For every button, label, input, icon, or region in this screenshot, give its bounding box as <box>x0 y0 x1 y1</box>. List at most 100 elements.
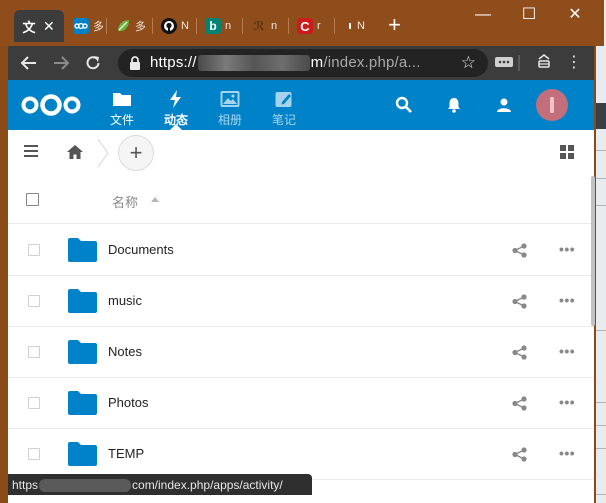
select-all-checkbox[interactable] <box>26 193 39 206</box>
tab-nextcloud[interactable]: 多 <box>66 10 103 42</box>
c-favicon-icon: C <box>297 18 313 34</box>
minimize-button[interactable]: — <box>460 4 506 26</box>
maximize-button[interactable]: ☐ <box>506 4 552 26</box>
address-bar[interactable]: https://m/index.php/a... ☆ <box>118 49 488 77</box>
lightning-icon <box>170 90 181 108</box>
bookmark-star-icon[interactable]: ☆ <box>461 53 476 73</box>
new-file-button[interactable]: + <box>118 135 154 171</box>
hamburger-menu-icon[interactable] <box>24 145 38 157</box>
tab-title: n <box>271 20 278 32</box>
tab-separator <box>152 18 153 34</box>
contacts-icon[interactable] <box>494 95 514 115</box>
more-actions-icon[interactable]: ••• <box>559 292 575 308</box>
nav-label: 文件 <box>109 113 134 127</box>
back-arrow-icon <box>20 56 36 70</box>
back-button[interactable] <box>18 52 40 74</box>
sort-ascending-icon[interactable] <box>151 197 159 202</box>
reload-button[interactable] <box>82 52 104 74</box>
notifications-bell-icon[interactable] <box>444 95 464 115</box>
tab-bing[interactable]: b n <box>198 10 235 42</box>
close-window-button[interactable]: ✕ <box>552 4 598 26</box>
nav-notes[interactable]: 笔记 <box>262 80 306 130</box>
tab-title: N <box>181 20 189 32</box>
close-tab-icon[interactable]: ✕ <box>43 18 55 35</box>
more-actions-icon[interactable]: ••• <box>559 445 575 461</box>
nav-label: 动态 <box>163 113 188 127</box>
folder-icon <box>68 391 97 415</box>
generic-favicon-icon: ℛ <box>253 19 265 33</box>
extension-dots-icon[interactable] <box>494 53 514 73</box>
nav-files[interactable]: 文件 <box>100 80 144 130</box>
files-controls: + <box>8 130 594 176</box>
folder-icon <box>113 93 131 106</box>
folder-icon <box>68 238 97 262</box>
file-name[interactable]: Documents <box>108 242 174 257</box>
blurred-host <box>197 55 310 72</box>
table-row[interactable]: TEMP ••• <box>8 429 594 480</box>
more-actions-icon[interactable]: ••• <box>559 241 575 257</box>
tab-title: N <box>357 20 365 32</box>
image-icon <box>220 91 240 107</box>
tab-title: r <box>317 20 321 32</box>
bing-favicon-icon: b <box>205 18 221 34</box>
more-actions-icon[interactable]: ••• <box>559 343 575 359</box>
tab-blank[interactable]: N <box>340 10 367 42</box>
forward-arrow-icon <box>54 56 70 70</box>
row-checkbox[interactable] <box>28 295 40 307</box>
nav-photos[interactable]: 相册 <box>208 80 252 130</box>
tab-separator <box>242 18 243 34</box>
tab-github[interactable]: N <box>154 10 191 42</box>
new-tab-button[interactable]: + <box>388 12 401 38</box>
share-icon[interactable] <box>512 294 527 309</box>
forward-button[interactable] <box>50 52 72 74</box>
grid-view-icon[interactable] <box>560 145 574 159</box>
tab-title: 多 <box>93 21 103 33</box>
nextcloud-header: 文件 动态 相册 笔记 <box>8 80 594 130</box>
nextcloud-logo-icon[interactable] <box>20 93 82 117</box>
reload-icon <box>86 56 100 70</box>
column-name-header[interactable]: 名称 <box>112 192 138 211</box>
row-checkbox[interactable] <box>28 346 40 358</box>
tab-spring[interactable]: 多 <box>108 10 145 42</box>
link-status-bar: https com/index.php/apps/activity/ <box>8 474 312 495</box>
pencil-icon <box>275 92 292 107</box>
file-name[interactable]: Notes <box>108 344 142 359</box>
home-icon[interactable] <box>66 144 84 160</box>
row-checkbox[interactable] <box>28 397 40 409</box>
browser-titlebar: 文 ✕ 多 多 N b n ℛ n C r N + — ☐ ✕ <box>0 0 604 46</box>
more-actions-icon[interactable]: ••• <box>559 394 575 410</box>
table-row[interactable]: Documents ••• <box>8 225 594 276</box>
table-row[interactable]: Notes ••• <box>8 327 594 378</box>
nav-activity[interactable]: 动态 <box>154 80 198 130</box>
tab-translate[interactable]: 文 ✕ <box>14 10 64 42</box>
browser-menu-icon[interactable]: ⋮ <box>564 53 584 73</box>
file-name[interactable]: music <box>108 293 142 308</box>
share-icon[interactable] <box>512 396 527 411</box>
tab-c[interactable]: C r <box>290 10 327 42</box>
lock-icon <box>130 56 140 70</box>
tab-generic[interactable]: ℛ n <box>244 10 281 42</box>
extension-robot-icon[interactable] <box>534 53 554 73</box>
search-icon[interactable] <box>394 95 414 115</box>
share-icon[interactable] <box>512 447 527 462</box>
row-checkbox[interactable] <box>28 448 40 460</box>
user-avatar[interactable] <box>536 89 568 121</box>
share-icon[interactable] <box>512 243 527 258</box>
file-list-header: 名称 <box>8 176 594 224</box>
file-list: Documents ••• music ••• Notes ••• Photos… <box>8 225 594 480</box>
share-icon[interactable] <box>512 345 527 360</box>
toolbar-divider <box>518 55 520 71</box>
folder-icon <box>68 340 97 364</box>
file-name[interactable]: Photos <box>108 395 148 410</box>
tab-separator <box>334 18 335 34</box>
tab-separator <box>106 18 107 34</box>
tab-separator <box>288 18 289 34</box>
scrollbar[interactable] <box>591 176 595 326</box>
folder-icon <box>68 289 97 313</box>
row-checkbox[interactable] <box>28 244 40 256</box>
nav-label: 相册 <box>217 113 242 127</box>
file-name[interactable]: TEMP <box>108 446 144 461</box>
tab-separator <box>196 18 197 34</box>
table-row[interactable]: music ••• <box>8 276 594 327</box>
table-row[interactable]: Photos ••• <box>8 378 594 429</box>
